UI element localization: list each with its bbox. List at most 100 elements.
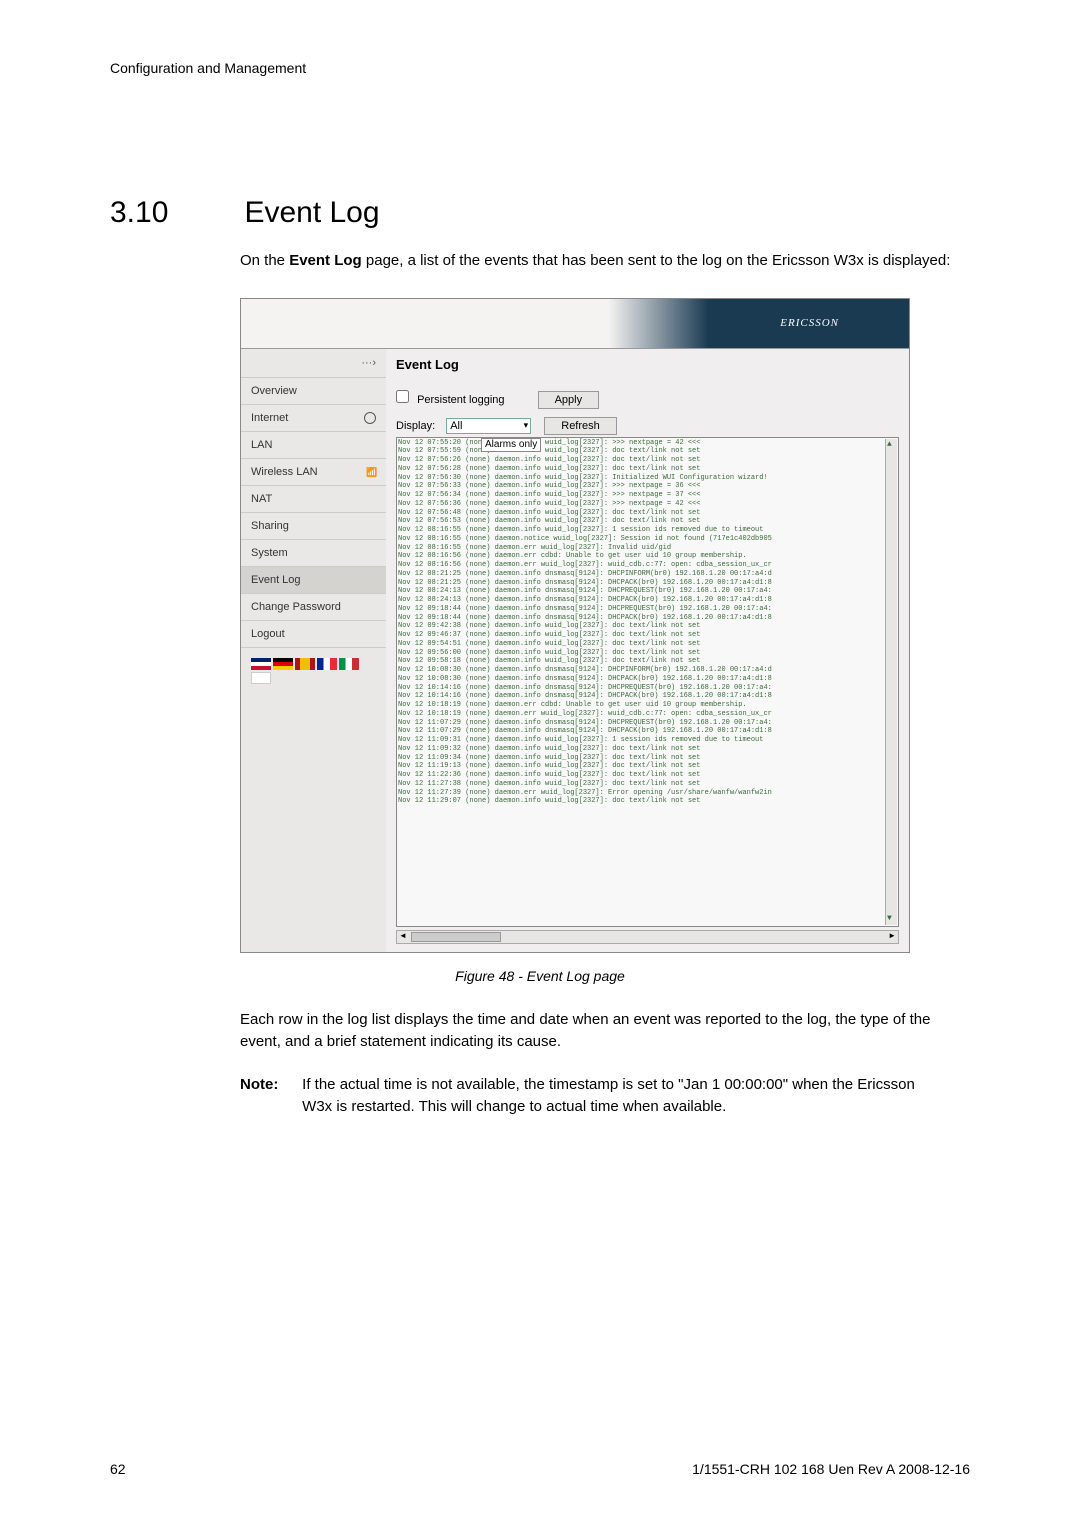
globe-icon [364,412,376,424]
nav-label: Internet [251,412,288,424]
event-log-screenshot: ERICSSON ···› Overview Internet LAN Wire… [240,298,910,953]
log-line: Nov 12 09:54:51 (none) daemon.info wuid_… [398,640,897,649]
flag-uk-icon[interactable] [251,658,271,670]
log-line: Nov 12 11:09:32 (none) daemon.info wuid_… [398,745,897,754]
nav-event-log[interactable]: Event Log [241,567,386,594]
persist-row: Persistent logging Apply [396,390,899,409]
doc-id: 1/1551-CRH 102 168 Uen Rev A 2008-12-16 [692,1461,970,1477]
flag-fr-icon[interactable] [317,658,337,670]
nav-nat[interactable]: NAT [241,486,386,513]
log-viewer[interactable]: Alarms only Nov 12 07:55:20 (none) daemo… [396,437,899,927]
log-line: Nov 12 11:07:29 (none) daemon.info dnsma… [398,727,897,736]
page-footer: 62 1/1551-CRH 102 168 Uen Rev A 2008-12-… [110,1461,970,1477]
log-line: Nov 12 07:56:36 (none) daemon.info wuid_… [398,500,897,509]
log-line: Nov 12 09:46:37 (none) daemon.info wuid_… [398,631,897,640]
note-block: Note: If the actual time is not availabl… [240,1074,970,1119]
nav-label: LAN [251,439,272,451]
log-line: Nov 12 08:16:56 (none) daemon.err wuid_l… [398,561,897,570]
log-line: Nov 12 08:16:55 (none) daemon.err wuid_l… [398,544,897,553]
nav-wireless-lan[interactable]: Wireless LAN [241,459,386,486]
log-line: Nov 12 11:27:39 (none) daemon.err wuid_l… [398,789,897,798]
log-line: Nov 12 08:24:13 (none) daemon.info dnsma… [398,596,897,605]
ss-nav: Overview Internet LAN Wireless LAN NAT S… [241,378,386,648]
dropdown-option-alarms[interactable]: Alarms only [481,438,541,453]
flag-pl-icon[interactable] [251,672,271,684]
note-text: If the actual time is not available, the… [302,1074,942,1119]
nav-overview[interactable]: Overview [241,378,386,405]
log-line: Nov 12 09:18:44 (none) daemon.info dnsma… [398,605,897,614]
nav-system[interactable]: System [241,540,386,567]
nav-label: NAT [251,493,272,505]
nav-change-password[interactable]: Change Password [241,594,386,621]
log-line: Nov 12 10:14:16 (none) daemon.info dnsma… [398,692,897,701]
note-label: Note: [240,1074,298,1097]
log-line: Nov 12 07:55:20 (none) daemon.info wuid_… [398,439,897,448]
log-line: Nov 12 11:07:29 (none) daemon.info dnsma… [398,719,897,728]
wifi-icon [366,466,376,478]
display-label: Display: [396,420,435,432]
language-flags [241,648,386,694]
page-header: Configuration and Management [110,60,970,76]
log-line: Nov 12 11:09:31 (none) daemon.info wuid_… [398,736,897,745]
figure-caption: Figure 48 - Event Log page [110,968,970,984]
nav-label: Sharing [251,520,289,532]
flag-it-icon[interactable] [339,658,359,670]
log-line: Nov 12 07:56:28 (none) daemon.info wuid_… [398,465,897,474]
section-number: 3.10 [110,196,240,230]
nav-lan[interactable]: LAN [241,432,386,459]
log-line: Nov 12 07:56:33 (none) daemon.info wuid_… [398,482,897,491]
horizontal-scrollbar[interactable] [396,930,899,944]
intro-post: page, a list of the events that has been… [362,252,951,269]
log-line: Nov 12 07:55:59 (none) daemon.info wuid_… [398,447,897,456]
section-title: Event Log [244,196,379,230]
apply-button[interactable]: Apply [538,391,600,409]
collapse-arrow-icon[interactable]: ···› [241,349,386,378]
log-line: Nov 12 08:21:25 (none) daemon.info dnsma… [398,579,897,588]
log-line: Nov 12 07:56:48 (none) daemon.info wuid_… [398,509,897,518]
log-line: Nov 12 08:16:55 (none) daemon.info wuid_… [398,526,897,535]
log-line: Nov 12 09:42:38 (none) daemon.info wuid_… [398,622,897,631]
page-number: 62 [110,1461,126,1477]
vertical-scrollbar[interactable] [885,439,897,925]
nav-label: Logout [251,628,285,640]
log-line: Nov 12 10:18:19 (none) daemon.err cdbd: … [398,701,897,710]
log-line: Nov 12 10:14:16 (none) daemon.info dnsma… [398,684,897,693]
ss-main: Event Log Persistent logging Apply Displ… [386,349,909,952]
log-line: Nov 12 07:56:30 (none) daemon.info wuid_… [398,474,897,483]
log-line: Nov 12 07:56:34 (none) daemon.info wuid_… [398,491,897,500]
nav-logout[interactable]: Logout [241,621,386,648]
log-line: Nov 12 08:16:56 (none) daemon.err cdbd: … [398,552,897,561]
nav-sharing[interactable]: Sharing [241,513,386,540]
refresh-button[interactable]: Refresh [544,417,617,435]
display-select[interactable]: All [446,418,531,434]
nav-label: System [251,547,288,559]
log-line: Nov 12 07:56:53 (none) daemon.info wuid_… [398,517,897,526]
paragraph-2: Each row in the log list displays the ti… [240,1009,970,1054]
scrollbar-thumb[interactable] [411,932,501,942]
persistent-logging-checkbox[interactable] [396,390,409,403]
display-row: Display: All Refresh [396,417,899,435]
log-line: Nov 12 10:08:30 (none) daemon.info dnsma… [398,666,897,675]
flag-es-icon[interactable] [295,658,315,670]
log-line: Nov 12 09:58:18 (none) daemon.info wuid_… [398,657,897,666]
log-line: Nov 12 11:29:07 (none) daemon.info wuid_… [398,797,897,806]
nav-label: Event Log [251,574,301,586]
ericsson-logo: ERICSSON [780,317,839,329]
log-line: Nov 12 09:18:44 (none) daemon.info dnsma… [398,614,897,623]
nav-label: Wireless LAN [251,466,318,478]
nav-label: Overview [251,385,297,397]
nav-internet[interactable]: Internet [241,405,386,432]
ss-sidebar: ···› Overview Internet LAN Wireless LAN … [241,349,386,952]
log-line: Nov 12 11:09:34 (none) daemon.info wuid_… [398,754,897,763]
panel-title: Event Log [396,357,899,372]
log-line: Nov 12 09:56:00 (none) daemon.info wuid_… [398,649,897,658]
intro-pre: On the [240,252,289,269]
log-line: Nov 12 08:16:55 (none) daemon.notice wui… [398,535,897,544]
nav-label: Change Password [251,601,341,613]
log-line: Nov 12 10:08:30 (none) daemon.info dnsma… [398,675,897,684]
intro-bold: Event Log [289,252,362,269]
ss-header: ERICSSON [241,299,909,349]
intro-paragraph: On the Event Log page, a list of the eve… [240,250,970,273]
flag-de-icon[interactable] [273,658,293,670]
log-line: Nov 12 10:18:19 (none) daemon.err wuid_l… [398,710,897,719]
